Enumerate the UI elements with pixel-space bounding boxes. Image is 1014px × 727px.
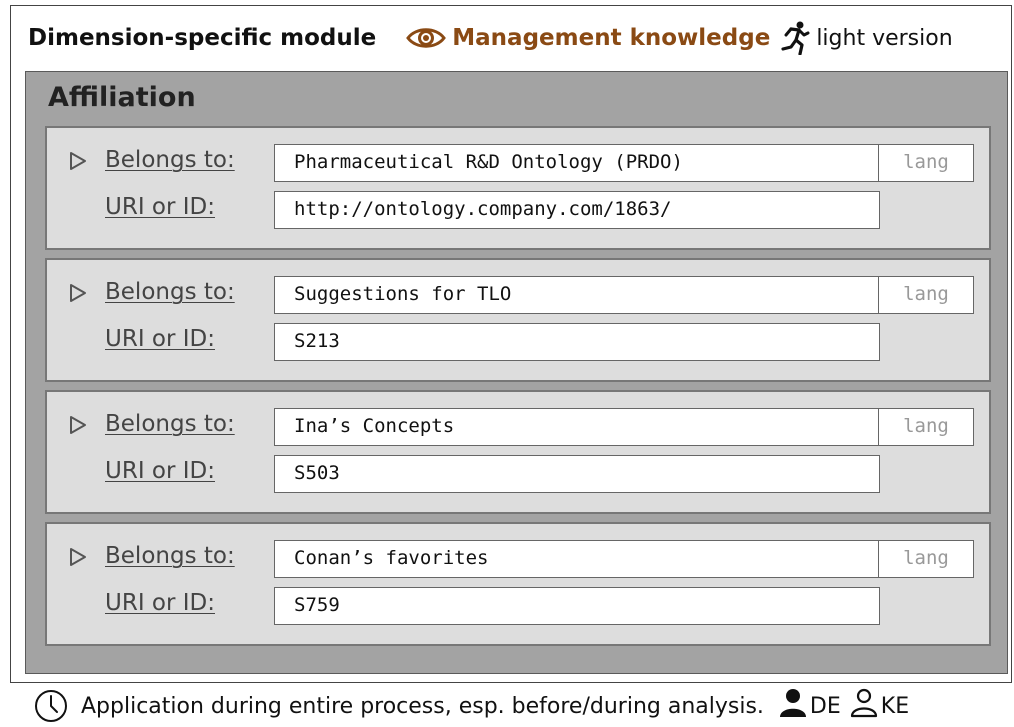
category-label: Management knowledge xyxy=(452,25,771,51)
role-de: DE xyxy=(778,688,849,724)
module-label: Dimension-specific module xyxy=(28,25,377,51)
role-label-ke: KE xyxy=(880,693,910,719)
expand-triangle-icon[interactable] xyxy=(69,415,87,439)
module-header: Dimension-specific module Management kno… xyxy=(28,20,953,56)
expand-triangle-icon[interactable] xyxy=(69,283,87,307)
affiliation-entry: Belongs to: Suggestions for TLO lang URI… xyxy=(45,258,991,382)
belongs-to-field[interactable]: Conan’s favorites xyxy=(274,540,880,578)
clock-icon xyxy=(34,689,68,723)
role-ke: KE xyxy=(849,688,917,724)
lang-field[interactable]: lang xyxy=(878,144,974,182)
affiliation-entry: Belongs to: Conan’s favorites lang URI o… xyxy=(45,522,991,646)
belongs-to-label[interactable]: Belongs to: xyxy=(105,147,235,173)
uri-or-id-field[interactable]: S503 xyxy=(274,455,880,493)
application-footer: Application during entire process, esp. … xyxy=(34,686,917,726)
uri-or-id-label[interactable]: URI or ID: xyxy=(105,458,215,484)
belongs-to-label[interactable]: Belongs to: xyxy=(105,543,235,569)
uri-or-id-label[interactable]: URI or ID: xyxy=(105,590,215,616)
affiliation-entry: Belongs to: Pharmaceutical R&D Ontology … xyxy=(45,126,991,250)
role-label-de: DE xyxy=(809,693,841,719)
person-filled-icon xyxy=(778,688,808,724)
person-outline-icon xyxy=(849,688,879,724)
eye-icon xyxy=(406,25,447,51)
belongs-to-label[interactable]: Belongs to: xyxy=(105,411,235,437)
uri-or-id-field[interactable]: S213 xyxy=(274,323,880,361)
belongs-to-field[interactable]: Ina’s Concepts xyxy=(274,408,880,446)
uri-or-id-field[interactable]: http://ontology.company.com/1863/ xyxy=(274,191,880,229)
application-text: Application during entire process, esp. … xyxy=(81,693,764,719)
belongs-to-field[interactable]: Suggestions for TLO xyxy=(274,276,880,314)
uri-or-id-field[interactable]: S759 xyxy=(274,587,880,625)
belongs-to-label[interactable]: Belongs to: xyxy=(105,279,235,305)
lang-field[interactable]: lang xyxy=(878,408,974,446)
affiliation-entry: Belongs to: Ina’s Concepts lang URI or I… xyxy=(45,390,991,514)
running-person-icon xyxy=(780,21,810,55)
lang-field[interactable]: lang xyxy=(878,276,974,314)
expand-triangle-icon[interactable] xyxy=(69,151,87,175)
version-label: light version xyxy=(816,25,953,51)
expand-triangle-icon[interactable] xyxy=(69,547,87,571)
uri-or-id-label[interactable]: URI or ID: xyxy=(105,194,215,220)
belongs-to-field[interactable]: Pharmaceutical R&D Ontology (PRDO) xyxy=(274,144,880,182)
uri-or-id-label[interactable]: URI or ID: xyxy=(105,326,215,352)
lang-field[interactable]: lang xyxy=(878,540,974,578)
panel-title: Affiliation xyxy=(48,82,196,113)
